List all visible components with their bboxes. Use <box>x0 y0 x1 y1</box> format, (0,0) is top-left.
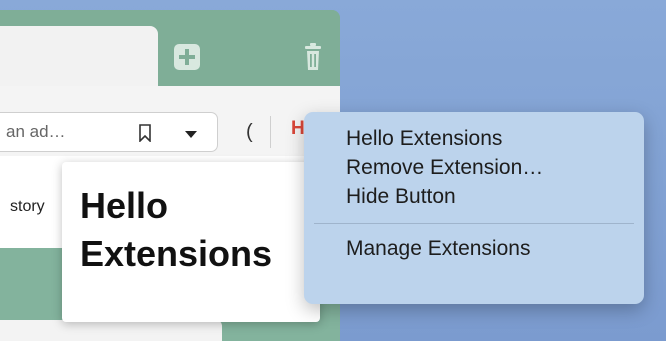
popup-title: Hello Extensions <box>80 185 273 274</box>
active-tab[interactable] <box>0 26 158 88</box>
tab-strip <box>0 10 340 88</box>
history-text: story <box>10 198 45 215</box>
chevron-down-icon[interactable] <box>184 129 198 139</box>
address-placeholder: an ad… <box>6 122 66 141</box>
menu-separator <box>314 223 634 224</box>
menu-item-hide-button[interactable]: Hide Button <box>304 182 644 211</box>
extension-context-menu: Hello Extensions Remove Extension… Hide … <box>304 112 644 304</box>
trash-icon[interactable] <box>302 40 324 74</box>
content-white-strip <box>0 320 222 341</box>
reload-icon[interactable]: ( <box>246 122 260 144</box>
menu-item-manage-extensions[interactable]: Manage Extensions <box>304 234 644 263</box>
extension-popup: Hello Extensions <box>62 162 320 322</box>
browser-toolbar: an ad… ( Hi <box>0 86 340 156</box>
menu-item-hello-extensions[interactable]: Hello Extensions <box>304 124 644 153</box>
bookmark-icon[interactable] <box>138 124 152 142</box>
address-bar[interactable]: an ad… <box>0 112 218 152</box>
new-tab-plus-icon[interactable] <box>174 44 200 70</box>
toolbar-divider <box>270 116 271 148</box>
menu-item-remove-extension[interactable]: Remove Extension… <box>304 153 644 182</box>
